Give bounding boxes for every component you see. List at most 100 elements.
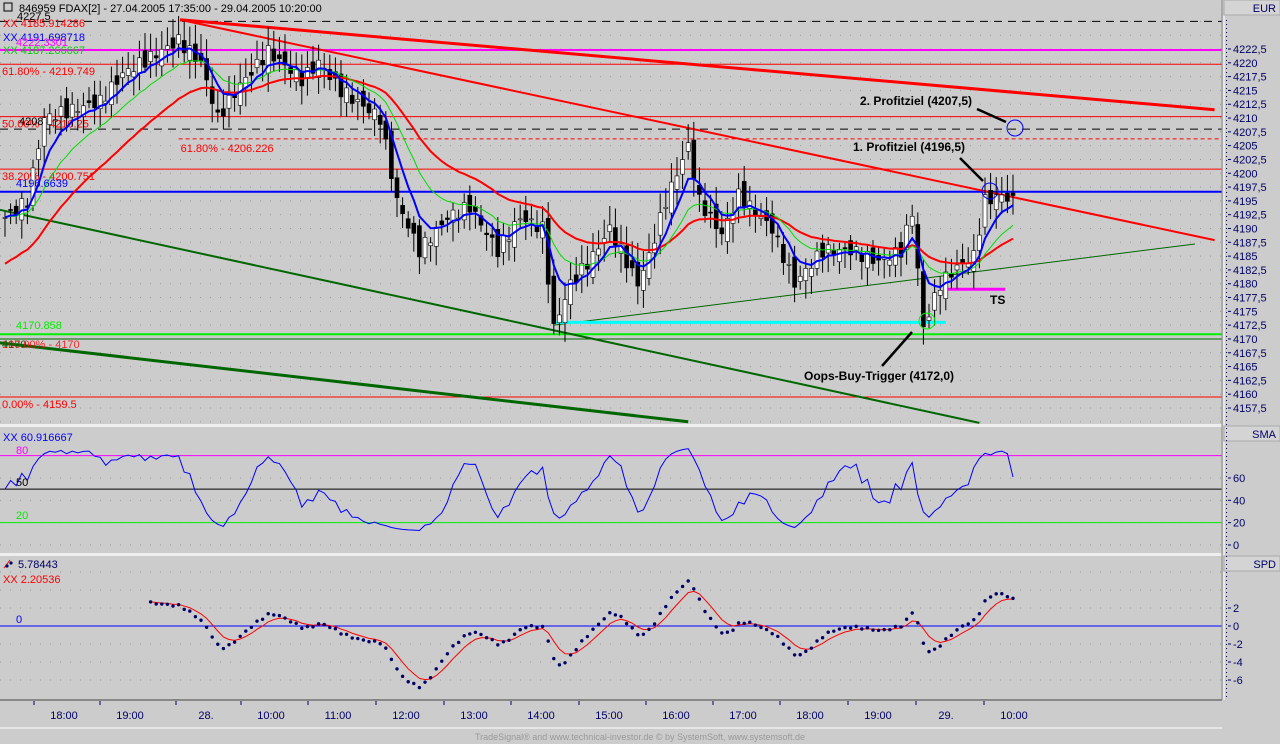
axis-dot [1226, 300, 1227, 301]
x-tick-label: 15:00 [595, 710, 623, 722]
spd-dot [871, 628, 875, 632]
candle-body [366, 103, 372, 114]
axis-dot [1226, 192, 1227, 193]
candle-body [657, 212, 663, 236]
candle-body [685, 142, 691, 152]
spd-dot [154, 602, 158, 606]
axis-dot [1226, 180, 1227, 181]
spd-dot [367, 640, 371, 644]
y-tick-label: 4205 [1233, 141, 1257, 153]
panel-divider[interactable] [0, 424, 1222, 427]
axis-dot [1226, 68, 1227, 69]
x-tick-label: 28. [198, 710, 213, 722]
spd-dot [1005, 595, 1010, 599]
candle-body [293, 69, 299, 83]
sma-tick-label: 40 [1233, 495, 1245, 507]
candle-body [960, 259, 965, 264]
axis-dot [1226, 684, 1227, 685]
spd-dot [350, 636, 354, 640]
axis-dot [1226, 80, 1227, 81]
y-tick-label: 4197,5 [1233, 182, 1267, 194]
spd-dot [619, 614, 623, 619]
axis-dot [1226, 616, 1227, 617]
spd-tick-label: -2 [1233, 639, 1243, 651]
candle-body [484, 232, 489, 236]
spd-dot [893, 624, 898, 629]
axis-dot [1226, 88, 1227, 89]
axis-dot [1226, 560, 1227, 561]
axis-dot [1226, 28, 1227, 29]
axis-dot [1226, 492, 1227, 493]
spd-dot [445, 652, 450, 656]
axis-dot [1226, 436, 1227, 437]
candle-body [562, 299, 568, 323]
spd-dot [574, 648, 578, 652]
spd-dot [944, 637, 948, 641]
axis-dot [1226, 152, 1227, 153]
spd-dot [148, 600, 153, 604]
axis-dot [1226, 36, 1227, 37]
axis-dot [1226, 660, 1227, 661]
x-tick-label: 12:00 [392, 710, 420, 722]
axis-dot [1226, 296, 1227, 297]
candle-body [153, 55, 159, 59]
spd-dot [210, 635, 214, 639]
y-tick-label: 4182,5 [1233, 265, 1267, 277]
axis-dot [1226, 548, 1227, 549]
axis-dot [1226, 452, 1227, 453]
axis-dot [1226, 284, 1227, 285]
spd-dot [266, 611, 270, 616]
axis-dot [1226, 188, 1227, 189]
axis-dot [1226, 516, 1227, 517]
axis-dot [1226, 104, 1227, 105]
axis-dot [1226, 380, 1227, 381]
spd-dot [440, 659, 444, 663]
candle-body [47, 113, 53, 125]
green-level-label: 4170.858 [16, 320, 62, 332]
trading-chart: 61.80% - 4219.74950.00% - 4210.2538.20% … [0, 0, 1280, 744]
spd-dot [585, 634, 590, 639]
axis-dot [1226, 204, 1227, 205]
axis-dot [1226, 224, 1227, 225]
spd-dot [199, 618, 203, 622]
axis-dot [1226, 240, 1227, 241]
spd-tick-label: -4 [1233, 657, 1243, 669]
candle-body [53, 119, 58, 121]
x-tick-label: 29. [938, 710, 953, 722]
spd-dot [652, 622, 657, 626]
candle-body [58, 106, 64, 117]
axis-dot [1226, 64, 1227, 65]
spd-dot [977, 611, 982, 616]
axis-dot [1226, 400, 1227, 401]
axis-dot [1226, 520, 1227, 521]
candle-body [271, 48, 277, 62]
axis-dot [1226, 60, 1227, 61]
axis-dot [1226, 420, 1227, 421]
candle-body [226, 95, 232, 109]
candle-body [596, 248, 601, 256]
spd-dot [344, 632, 349, 637]
axis-dot [1226, 360, 1227, 361]
axis-dot [1226, 580, 1227, 581]
spd-dot [815, 639, 819, 643]
candle-body [445, 217, 450, 220]
candle-body [786, 264, 792, 266]
spd-dot [193, 615, 198, 619]
sma-level-80: 80 [16, 445, 28, 457]
axis-dot [1226, 72, 1227, 73]
candle-body [69, 103, 75, 118]
axis-dot [1226, 600, 1227, 601]
spd-dot [300, 626, 304, 631]
axis-dot [1226, 568, 1227, 569]
axis-dot [1226, 564, 1227, 565]
panel-divider[interactable] [0, 553, 1222, 556]
candle-body [937, 290, 943, 296]
spd-dot [714, 625, 718, 629]
annotation-trailing-stop: TS [990, 293, 1005, 307]
spd-dot [994, 592, 998, 596]
candle-body [1005, 192, 1010, 202]
candle-body [75, 111, 81, 113]
candle-body [501, 235, 506, 253]
y-tick-label: 4172,5 [1233, 320, 1267, 332]
y-tick-label: 4192,5 [1233, 210, 1267, 222]
